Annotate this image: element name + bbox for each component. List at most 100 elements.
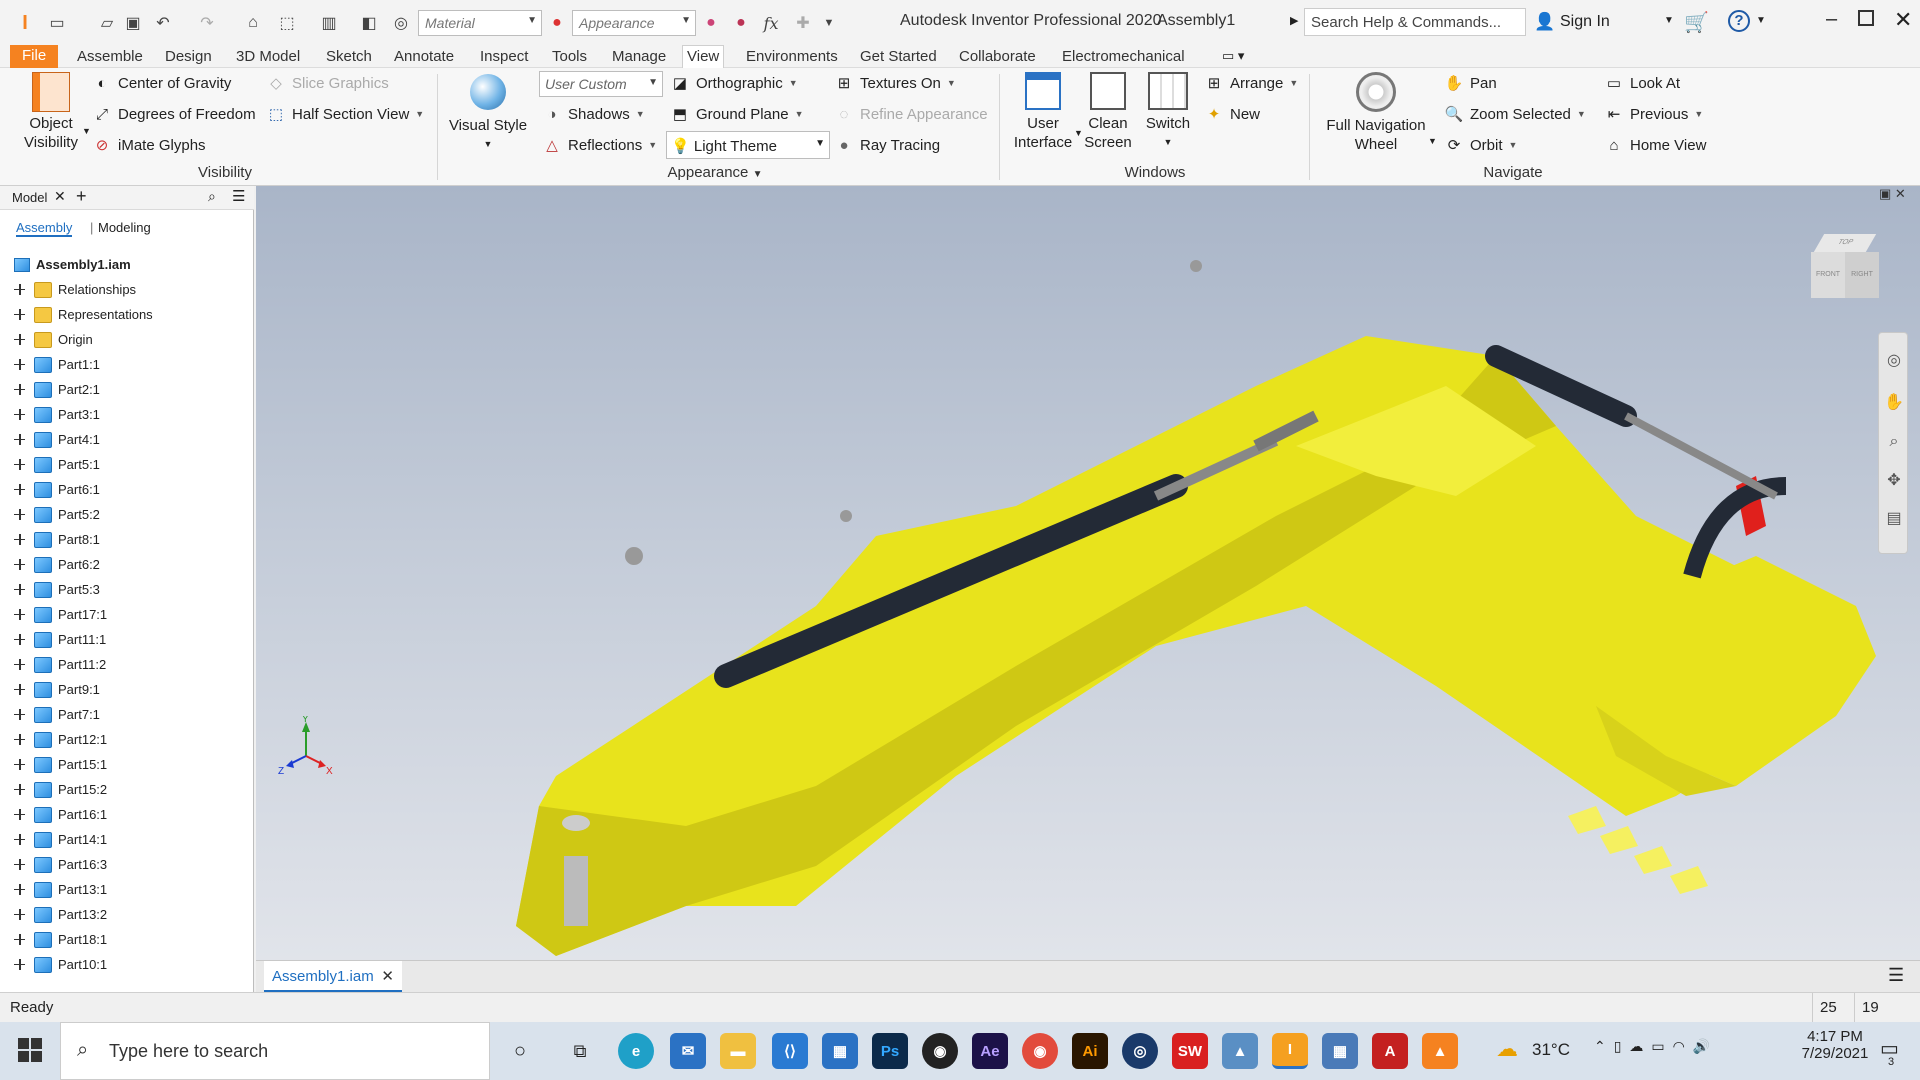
- sign-in-dropdown-icon[interactable]: ▼: [1664, 15, 1674, 26]
- expand-icon[interactable]: [14, 308, 26, 321]
- expand-icon[interactable]: [14, 458, 26, 471]
- close-icon[interactable]: ✕: [1894, 7, 1912, 33]
- sign-in-link[interactable]: Sign In: [1560, 13, 1610, 31]
- tree-item[interactable]: Part5:3: [0, 577, 252, 602]
- tree-item[interactable]: Relationships: [0, 277, 252, 302]
- undo-icon[interactable]: ↶: [152, 12, 174, 34]
- refine-appearance-button[interactable]: ◌ Refine Appearance: [834, 102, 988, 126]
- expand-icon[interactable]: [14, 508, 26, 521]
- imate-glyphs-button[interactable]: ⊘ iMate Glyphs: [92, 133, 206, 157]
- navbar-zoom-icon[interactable]: ⌕: [1881, 429, 1907, 455]
- expand-icon[interactable]: [14, 558, 26, 571]
- ribbon-display-options-icon[interactable]: ▭ ▾: [1222, 48, 1244, 64]
- vscode-icon[interactable]: ⟨⟩: [772, 1033, 808, 1069]
- tab-manage[interactable]: Manage: [608, 46, 670, 68]
- navigation-wheel-dropdown-icon[interactable]: ▼: [1428, 136, 1437, 146]
- plus-icon[interactable]: ✚: [792, 12, 814, 34]
- tree-item[interactable]: Part5:1: [0, 452, 252, 477]
- tab-get-started[interactable]: Get Started: [856, 46, 941, 68]
- switch-button[interactable]: Switch ▼: [1140, 72, 1196, 152]
- tab-environments[interactable]: Environments: [742, 46, 842, 68]
- expand-icon[interactable]: [14, 833, 26, 846]
- select-icon[interactable]: ⬚: [276, 12, 298, 34]
- expand-icon[interactable]: [14, 533, 26, 546]
- chevron-right-icon[interactable]: ▶: [1290, 14, 1298, 27]
- save-icon[interactable]: ▣: [122, 12, 144, 34]
- expand-icon[interactable]: [14, 608, 26, 621]
- tree-root[interactable]: Assembly1.iam: [0, 252, 252, 277]
- vlc-icon[interactable]: ▲: [1422, 1033, 1458, 1069]
- cortana-icon[interactable]: ○: [502, 1033, 538, 1069]
- tab-file[interactable]: File: [10, 45, 59, 68]
- navbar-look-at-icon[interactable]: ▤: [1881, 505, 1907, 531]
- windows-start-icon[interactable]: [18, 1038, 42, 1062]
- browser-search-icon[interactable]: ⌕: [208, 188, 216, 205]
- tab-design[interactable]: Design: [161, 46, 216, 68]
- orthographic-button[interactable]: ◪ Orthographic ▼: [670, 71, 798, 95]
- tree-item[interactable]: Part3:1: [0, 402, 252, 427]
- tree-item[interactable]: Part8:1: [0, 527, 252, 552]
- viewcube-front-face[interactable]: FRONT: [1811, 252, 1845, 298]
- steering-wheel-icon[interactable]: ◎: [1881, 347, 1907, 373]
- cinema4d-icon[interactable]: ◎: [1122, 1033, 1158, 1069]
- user-icon[interactable]: 👤: [1534, 12, 1555, 32]
- help-search-input[interactable]: Search Help & Commands...: [1304, 8, 1526, 36]
- tree-item[interactable]: Part1:1: [0, 352, 252, 377]
- system-tray-icons[interactable]: ⌃▯☁▭◠🔊: [1594, 1038, 1718, 1055]
- redo-icon[interactable]: ↷: [196, 12, 218, 34]
- cart-icon[interactable]: 🛒: [1684, 10, 1709, 35]
- full-navigation-wheel-button[interactable]: Full Navigation Wheel: [1318, 72, 1434, 154]
- tree-item[interactable]: Part11:2: [0, 652, 252, 677]
- clear-appearance-icon[interactable]: ●: [730, 12, 752, 34]
- inventor-taskbar-icon[interactable]: I: [1272, 1033, 1308, 1069]
- expand-icon[interactable]: [14, 783, 26, 796]
- expand-icon[interactable]: [14, 283, 26, 296]
- expand-icon[interactable]: [14, 808, 26, 821]
- maximize-icon[interactable]: [1858, 10, 1874, 26]
- document-menu-icon[interactable]: ☰: [1888, 965, 1904, 986]
- center-of-gravity-button[interactable]: ◐ Center of Gravity: [92, 71, 231, 95]
- tree-item[interactable]: Part7:1: [0, 702, 252, 727]
- textures-on-button[interactable]: ⊞ Textures On ▼: [834, 71, 956, 95]
- degrees-of-freedom-button[interactable]: ⤢ Degrees of Freedom: [92, 102, 256, 126]
- previous-view-button[interactable]: ⇤ Previous ▼: [1604, 102, 1704, 126]
- arrange-button[interactable]: ⊞ Arrange ▼: [1204, 71, 1299, 95]
- file-explorer-icon[interactable]: ▬: [720, 1033, 756, 1069]
- expand-icon[interactable]: [14, 583, 26, 596]
- tree-item[interactable]: Origin: [0, 327, 252, 352]
- tree-item[interactable]: Part10:1: [0, 952, 252, 977]
- expand-icon[interactable]: [14, 758, 26, 771]
- tree-item[interactable]: Part12:1: [0, 727, 252, 752]
- expand-icon[interactable]: [14, 383, 26, 396]
- mail-icon[interactable]: ✉: [670, 1033, 706, 1069]
- tree-item[interactable]: Part11:1: [0, 627, 252, 652]
- tree-item[interactable]: Part15:2: [0, 777, 252, 802]
- after-effects-icon[interactable]: Ae: [972, 1033, 1008, 1069]
- tree-item[interactable]: Part9:1: [0, 677, 252, 702]
- visual-style-combo[interactable]: User Custom ▼: [539, 71, 663, 97]
- add-panel-icon[interactable]: +: [76, 186, 87, 207]
- expand-icon[interactable]: [14, 733, 26, 746]
- expand-icon[interactable]: [14, 433, 26, 446]
- tab-inspect[interactable]: Inspect: [476, 46, 532, 68]
- expand-icon[interactable]: [14, 858, 26, 871]
- weather-icon[interactable]: ☁: [1496, 1036, 1518, 1062]
- photoshop-icon[interactable]: Ps: [872, 1033, 908, 1069]
- object-visibility-dropdown-icon[interactable]: ▼: [82, 126, 91, 136]
- expand-icon[interactable]: [14, 708, 26, 721]
- adjust-appearance-icon[interactable]: ●: [700, 12, 722, 34]
- help-dropdown-icon[interactable]: ▼: [1756, 15, 1766, 26]
- measure-icon[interactable]: ▥: [318, 12, 340, 34]
- reflections-button[interactable]: △ Reflections ▼: [542, 133, 657, 157]
- ground-plane-button[interactable]: ⬒ Ground Plane ▼: [670, 102, 804, 126]
- close-window-icon[interactable]: ✕: [1895, 186, 1906, 201]
- expand-icon[interactable]: [14, 358, 26, 371]
- slice-graphics-button[interactable]: ◇ Slice Graphics: [266, 71, 388, 95]
- browser-menu-icon[interactable]: ☰: [232, 187, 245, 205]
- navbar-pan-icon[interactable]: ✋: [1881, 389, 1907, 415]
- illustrator-icon[interactable]: Ai: [1072, 1033, 1108, 1069]
- new-window-button[interactable]: ✦ New: [1204, 102, 1260, 126]
- visual-style-button[interactable]: Visual Style ▼: [446, 74, 530, 154]
- minimize-icon[interactable]: –: [1826, 8, 1837, 31]
- expand-icon[interactable]: [14, 908, 26, 921]
